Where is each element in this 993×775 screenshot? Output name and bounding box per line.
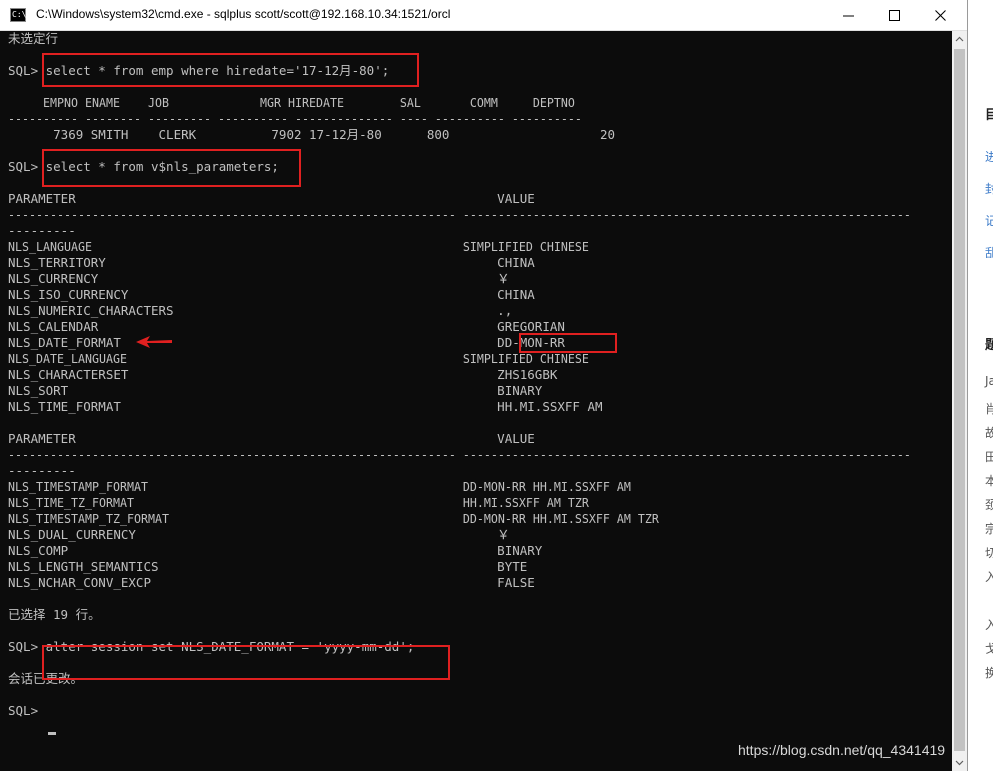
console-line: --------- [8, 463, 76, 478]
bg-fragment: 颈 [985, 498, 993, 512]
console-line: EMPNO ENAME JOB MGR HIREDATE SAL COMM DE… [8, 95, 575, 110]
bg-fragment: 宗 [985, 522, 993, 536]
bg-fragment: 乱 [985, 246, 993, 260]
bg-fragment: 本 [985, 474, 993, 488]
bg-fragment: 目 [985, 108, 993, 123]
scroll-up-button[interactable] [952, 31, 967, 48]
bg-fragment: 记 [985, 214, 993, 228]
bg-fragment: 故 [985, 426, 993, 440]
scroll-down-button[interactable] [952, 754, 967, 771]
console-line: 7369 SMITH CLERK 7902 17-12月-80 800 20 [8, 127, 616, 142]
console-line: ----------------------------------------… [8, 447, 911, 462]
app-icon-label: C:\ [12, 10, 27, 19]
console-line: NLS_LENGTH_SEMANTICS BYTE [8, 559, 528, 574]
bg-fragment: 进 [985, 150, 993, 164]
console-line: NLS_SORT BINARY [8, 383, 543, 398]
console-line: --------- [8, 223, 76, 238]
bg-fragment: 田 [985, 450, 993, 464]
console-line: ---------- -------- --------- ----------… [8, 111, 582, 126]
console-line: NLS_TIMESTAMP_TZ_FORMAT DD-MON-RR HH.MI.… [8, 511, 659, 526]
minimize-button[interactable] [826, 0, 872, 31]
console-line: SQL> select * from emp where hiredate='1… [8, 63, 390, 78]
minimize-icon [843, 15, 854, 17]
bg-fragment: 封 [985, 182, 993, 196]
console-line: SQL> [8, 703, 46, 718]
bg-fragment: 戈 [985, 642, 993, 656]
bg-fragment: 入 [985, 570, 993, 584]
console-line: 会话已更改。 [8, 671, 84, 686]
console-line: NLS_DUAL_CURRENCY ￥ [8, 527, 510, 542]
maximize-icon [889, 10, 900, 21]
cmd-app-icon[interactable]: C:\ [10, 8, 26, 22]
window-title: C:\Windows\system32\cmd.exe - sqlplus sc… [36, 7, 451, 21]
bg-fragment: 换 [985, 666, 993, 680]
chevron-up-icon [955, 36, 964, 42]
vertical-scrollbar[interactable] [952, 31, 967, 771]
console-line: ----------------------------------------… [8, 207, 911, 222]
console-line: NLS_CALENDAR GREGORIAN [8, 319, 565, 334]
console-line: NLS_COMP BINARY [8, 543, 543, 558]
title-bar[interactable]: C:\ C:\Windows\system32\cmd.exe - sqlplu… [0, 0, 967, 31]
maximize-button[interactable] [872, 0, 918, 31]
console-output[interactable]: 未选定行 SQL> select * from emp where hiredat… [0, 31, 952, 771]
console-line: SQL> alter session set NLS_DATE_FORMAT =… [8, 639, 415, 654]
console-line: 未选定行 [8, 31, 59, 46]
console-line: NLS_NUMERIC_CHARACTERS ., [8, 303, 513, 318]
background-page: 目 进 封 记 乱 题 Ja 肖 故 田 本 颈 宗 切 入 入 戈 换 [969, 0, 993, 771]
scroll-thumb[interactable] [954, 49, 965, 751]
close-button[interactable] [918, 0, 964, 31]
console-line: PARAMETER VALUE [8, 191, 535, 206]
red-arrow-icon [136, 336, 172, 348]
console-line: NLS_ISO_CURRENCY CHINA [8, 287, 535, 302]
console-line: PARAMETER VALUE [8, 431, 535, 446]
console-line: NLS_CURRENCY ￥ [8, 271, 510, 286]
cmd-window: C:\ C:\Windows\system32\cmd.exe - sqlplu… [0, 0, 968, 771]
bg-fragment: Ja [985, 374, 993, 388]
text-cursor [48, 732, 56, 735]
watermark: https://blog.csdn.net/qq_4341419 [738, 742, 946, 758]
bg-fragment: 肖 [985, 402, 993, 416]
console-line: NLS_TIMESTAMP_FORMAT DD-MON-RR HH.MI.SSX… [8, 479, 631, 494]
console-line: NLS_CHARACTERSET ZHS16GBK [8, 367, 558, 382]
console-line: NLS_NCHAR_CONV_EXCP FALSE [8, 575, 535, 590]
close-icon [935, 10, 946, 21]
console-line: SQL> select * from v$nls_parameters; [8, 159, 279, 174]
chevron-down-icon [955, 760, 964, 766]
console-line: NLS_TERRITORY CHINA [8, 255, 535, 270]
bg-fragment: 题 [985, 338, 993, 353]
console-line: NLS_LANGUAGE SIMPLIFIED CHINESE [8, 239, 589, 254]
console-line: 已选择 19 行。 [8, 607, 101, 622]
console-line: NLS_TIME_TZ_FORMAT HH.MI.SSXFF AM TZR [8, 495, 589, 510]
console-line: NLS_DATE_FORMAT DD-MON-RR [8, 335, 565, 350]
console-line: NLS_DATE_LANGUAGE SIMPLIFIED CHINESE [8, 351, 589, 366]
bg-fragment: 入 [985, 618, 993, 632]
bg-fragment: 切 [985, 546, 993, 560]
console-line: NLS_TIME_FORMAT HH.MI.SSXFF AM [8, 399, 603, 414]
